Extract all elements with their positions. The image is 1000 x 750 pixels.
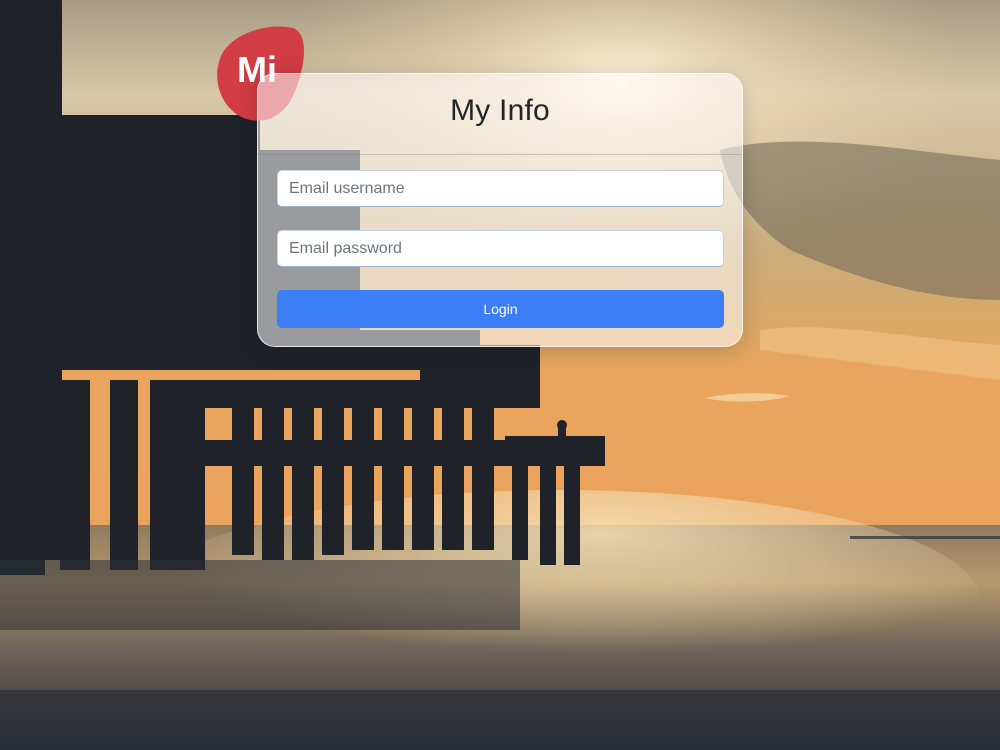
card-divider xyxy=(258,154,742,155)
email-password-input[interactable] xyxy=(277,230,724,267)
page: Mi My Info Login xyxy=(0,0,1000,750)
login-button[interactable]: Login xyxy=(277,290,724,328)
card-title: My Info xyxy=(450,94,550,127)
login-card: My Info Login xyxy=(257,73,743,347)
email-username-input[interactable] xyxy=(277,170,724,207)
